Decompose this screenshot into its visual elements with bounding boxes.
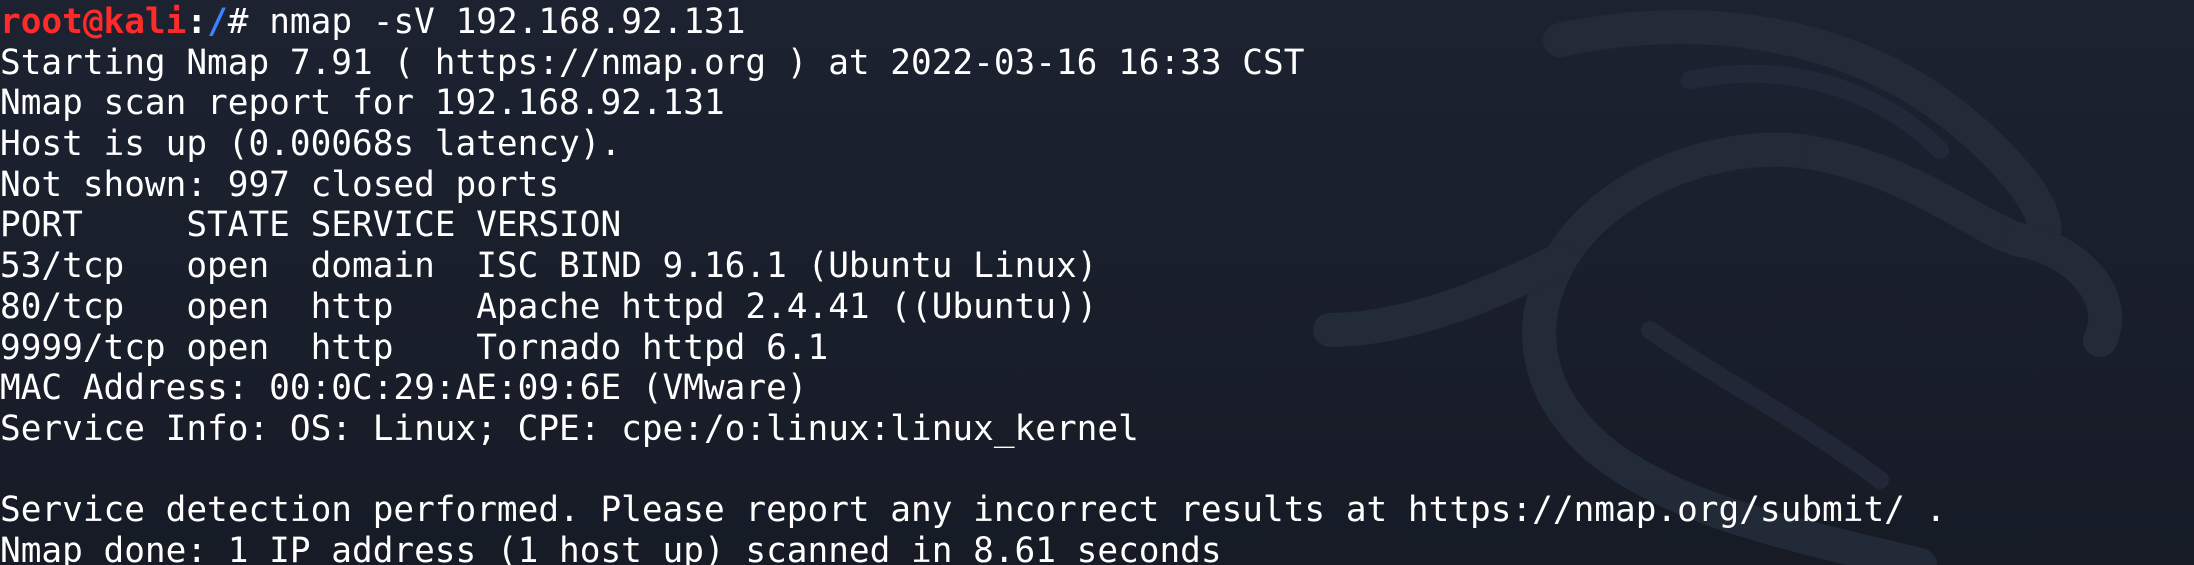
output-line: MAC Address: 00:0C:29:AE:09:6E (VMware) [0, 368, 808, 409]
output-line: Service detection performed. Please repo… [0, 490, 1947, 531]
output-line: 9999/tcp open http Tornado httpd 6.1 [0, 327, 829, 368]
prompt-user-host: root@kali [0, 2, 187, 42]
output-line: 80/tcp open http Apache httpd 2.4.41 ((U… [0, 286, 1098, 327]
output-line: Service Info: OS: Linux; CPE: cpe:/o:lin… [0, 408, 1139, 449]
output-line: 53/tcp open domain ISC BIND 9.16.1 (Ubun… [0, 246, 1098, 287]
terminal-output[interactable]: root@kali:/# nmap -sV 192.168.92.131 Star… [0, 2, 1946, 565]
output-line: PORT STATE SERVICE VERSION [0, 205, 622, 246]
output-line: Nmap done: 1 IP address (1 host up) scan… [0, 530, 1222, 565]
output-line: Nmap scan report for 192.168.92.131 [0, 83, 725, 124]
prompt-symbol: # [227, 2, 270, 42]
output-line: Not shown: 997 closed ports [0, 164, 560, 205]
command-text: nmap -sV 192.168.92.131 [269, 2, 746, 42]
prompt-path: / [207, 2, 228, 42]
output-line: Starting Nmap 7.91 ( https://nmap.org ) … [0, 42, 1305, 83]
prompt-line: root@kali:/# nmap -sV 192.168.92.131 [0, 2, 1946, 43]
prompt-colon: : [186, 2, 208, 42]
terminal-window[interactable]: root@kali:/# nmap -sV 192.168.92.131 Star… [0, 0, 2194, 565]
output-line: Host is up (0.00068s latency). [0, 124, 622, 165]
